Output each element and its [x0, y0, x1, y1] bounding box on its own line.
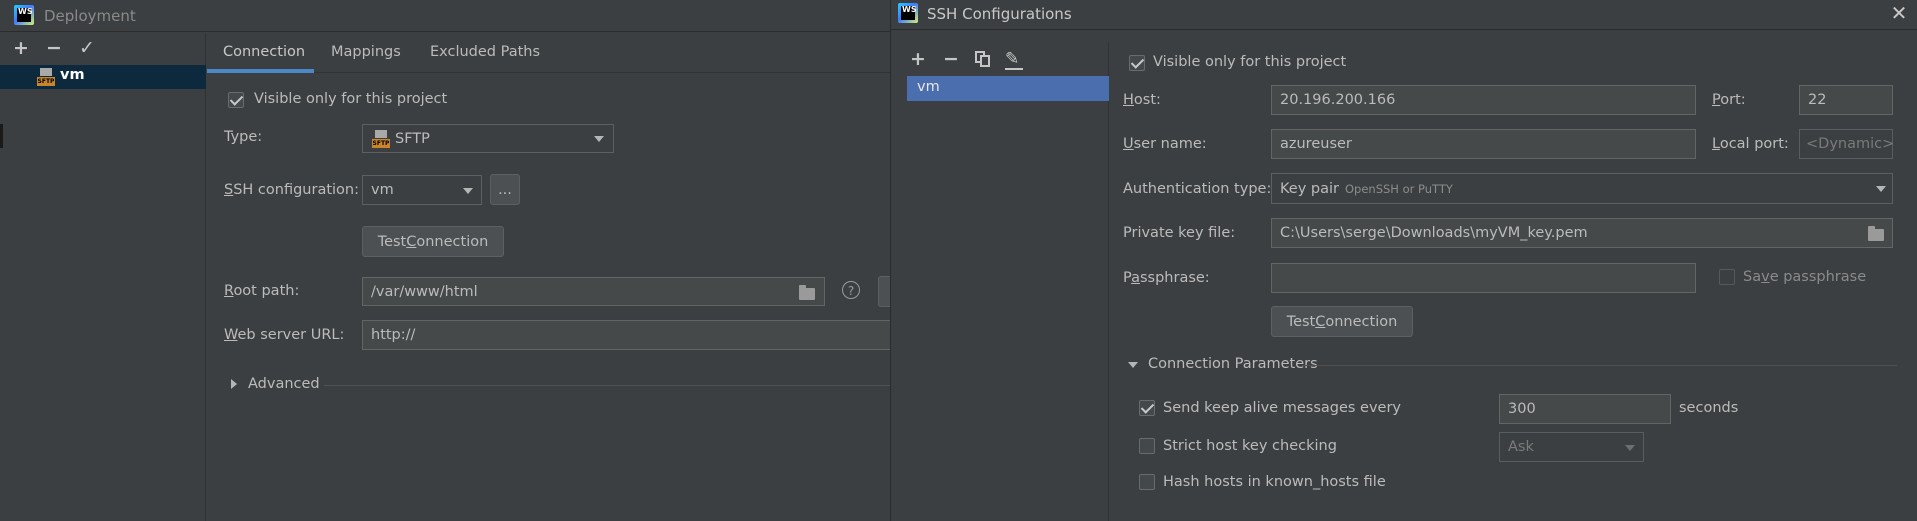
private-key-label: Private key file:: [1123, 225, 1236, 241]
advanced-label[interactable]: Advanced: [248, 376, 320, 392]
hash-hosts-checkbox[interactable]: [1139, 474, 1155, 490]
username-label: User name:: [1123, 136, 1207, 152]
chevron-down-icon: [1625, 445, 1635, 451]
hash-hosts-label: Hash hosts in known_hosts file: [1163, 474, 1386, 490]
keep-alive-checkbox[interactable]: [1139, 400, 1155, 416]
copy-icon[interactable]: [975, 51, 991, 67]
ssh-config-window: WS SSH Configurations ✕ + − ✎ vm Visible…: [890, 0, 1917, 521]
strict-host-label: Strict host key checking: [1163, 438, 1337, 454]
seconds-label: seconds: [1679, 400, 1739, 416]
ssh-title: SSH Configurations: [927, 5, 1072, 23]
deployment-test-connection-button[interactable]: Test Connection: [362, 226, 504, 257]
edit-icon-underline: [1005, 68, 1023, 70]
folder-icon[interactable]: [799, 285, 815, 300]
local-port-input[interactable]: <Dynamic>: [1799, 129, 1895, 159]
host-value: 20.196.200.166: [1280, 92, 1396, 108]
visible-only-checkbox[interactable]: [228, 92, 244, 108]
ssh-title-bar: WS SSH Configurations ✕: [891, 0, 1917, 30]
ssh-config-browse-button[interactable]: ...: [490, 174, 520, 205]
web-url-input[interactable]: http://: [362, 320, 890, 350]
deployment-title: Deployment: [44, 7, 136, 25]
root-path-label: Root path:: [224, 283, 300, 299]
auth-type-hint: OpenSSH or PuTTY: [1344, 181, 1453, 196]
chevron-down-icon: [463, 188, 473, 194]
tab-connection-underline: [207, 69, 314, 73]
host-label: Host:: [1123, 92, 1161, 108]
type-value: SFTP: [395, 130, 430, 147]
deployment-tabs: Connection Mappings Excluded Paths: [207, 33, 890, 73]
passphrase-input[interactable]: [1271, 263, 1696, 293]
remove-config-button[interactable]: −: [940, 48, 962, 70]
keep-alive-input[interactable]: 300: [1499, 394, 1671, 424]
server-list-item-vm[interactable]: SFTP vm: [0, 65, 206, 89]
save-passphrase-checkbox[interactable]: [1719, 269, 1735, 285]
username-input[interactable]: azureuser: [1271, 129, 1696, 159]
keep-alive-value: 300: [1508, 401, 1536, 417]
root-path-input[interactable]: /var/www/html: [362, 277, 825, 306]
left-edge-marker: [0, 124, 3, 148]
host-input[interactable]: 20.196.200.166: [1271, 85, 1696, 115]
webstorm-logo-icon: WS: [898, 3, 918, 23]
local-port-label: Local port:: [1712, 136, 1789, 152]
tab-mappings[interactable]: Mappings: [331, 44, 401, 60]
strict-host-value: Ask: [1508, 439, 1534, 455]
type-label: Type:: [224, 129, 263, 145]
sftp-icon: SFTP: [37, 68, 55, 86]
ssh-list-item-label: vm: [917, 79, 940, 95]
deployment-window: WS Deployment + − ✓ SFTP vm Connection M…: [0, 0, 890, 521]
ssh-visible-only-checkbox[interactable]: [1129, 55, 1145, 71]
ssh-config-select[interactable]: vm: [362, 175, 482, 205]
help-icon[interactable]: ?: [842, 281, 860, 299]
auth-type-value: Key pair: [1280, 180, 1339, 197]
advanced-separator: [324, 385, 890, 386]
connection-params-separator: [1302, 365, 1897, 366]
keep-alive-label: Send keep alive messages every: [1163, 400, 1402, 416]
remove-server-button[interactable]: −: [43, 37, 65, 59]
root-path-value: /var/www/html: [371, 283, 478, 300]
apply-check-button[interactable]: ✓: [76, 37, 98, 59]
port-label: Port:: [1712, 92, 1746, 108]
auth-type-label: Authentication type:: [1123, 181, 1272, 197]
deployment-server-panel: + − ✓ SFTP vm: [0, 33, 206, 521]
connection-params-collapse-icon[interactable]: [1128, 362, 1138, 368]
cut-off-button[interactable]: [878, 276, 890, 307]
close-icon[interactable]: ✕: [1889, 3, 1909, 23]
web-url-value: http://: [371, 327, 416, 343]
ssh-config-value: vm: [371, 182, 394, 198]
local-port-placeholder: <Dynamic>: [1806, 136, 1895, 152]
port-input[interactable]: 22: [1799, 85, 1893, 115]
auth-type-select[interactable]: Key pair OpenSSH or PuTTY: [1271, 173, 1893, 204]
type-select[interactable]: SFTP SFTP: [362, 124, 614, 153]
strict-host-checkbox[interactable]: [1139, 438, 1155, 454]
add-server-button[interactable]: +: [10, 37, 32, 59]
webstorm-logo-icon: WS: [14, 5, 34, 25]
private-key-input[interactable]: C:\Users\serge\Downloads\myVM_key.pem: [1271, 218, 1893, 248]
advanced-expand-icon[interactable]: [231, 379, 237, 389]
deployment-title-bar: WS Deployment: [0, 0, 890, 32]
folder-icon[interactable]: [1868, 226, 1884, 241]
strict-host-select[interactable]: Ask: [1499, 432, 1644, 462]
username-value: azureuser: [1280, 136, 1352, 152]
edit-icon[interactable]: ✎: [1005, 49, 1025, 69]
tab-connection[interactable]: Connection: [223, 44, 305, 60]
ssh-visible-only-label: Visible only for this project: [1153, 54, 1347, 70]
sftp-type-icon: SFTP: [372, 130, 390, 148]
ssh-list-panel: + − ✎ vm: [907, 42, 1109, 521]
tab-excluded-paths[interactable]: Excluded Paths: [430, 44, 540, 60]
add-config-button[interactable]: +: [907, 48, 929, 70]
server-name: vm: [60, 67, 85, 83]
visible-only-label: Visible only for this project: [254, 91, 448, 107]
ssh-list-item-vm[interactable]: vm: [907, 76, 1109, 101]
save-passphrase-label: Save passphrase: [1743, 269, 1867, 285]
web-url-label: Web server URL:: [224, 327, 345, 343]
passphrase-label: Passphrase:: [1123, 270, 1210, 286]
ssh-test-connection-button[interactable]: Test Connection: [1271, 306, 1413, 337]
ssh-config-label: SSH configuration:: [224, 182, 360, 198]
connection-params-label[interactable]: Connection Parameters: [1148, 356, 1318, 372]
chevron-down-icon: [594, 136, 604, 142]
port-value: 22: [1808, 92, 1827, 108]
private-key-value: C:\Users\serge\Downloads\myVM_key.pem: [1280, 225, 1588, 241]
chevron-down-icon: [1876, 186, 1886, 192]
